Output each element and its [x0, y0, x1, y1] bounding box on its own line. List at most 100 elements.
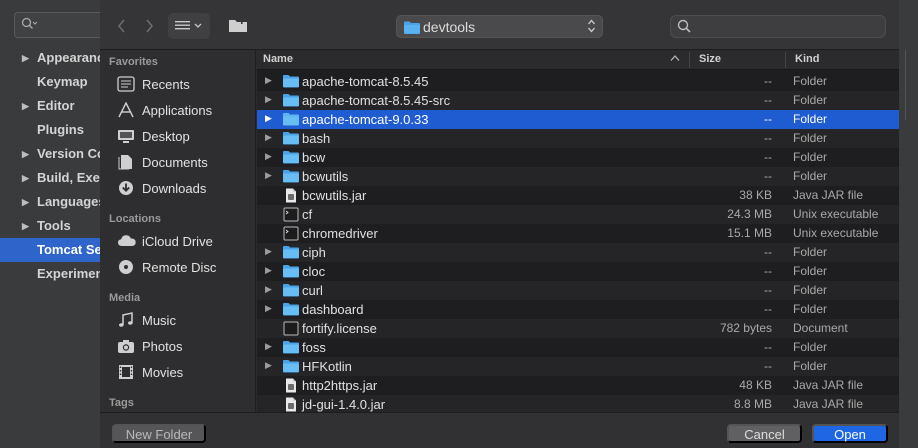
file-row[interactable]: ▶ curl -- Folder [257, 281, 899, 300]
chevron-left-icon [116, 19, 128, 38]
file-kind: Folder [793, 359, 828, 373]
disclosure-triangle-icon[interactable]: ▶ [265, 94, 272, 105]
file-size: -- [764, 112, 772, 126]
documents-icon [117, 154, 137, 172]
disclosure-triangle-icon[interactable]: ▶ [265, 75, 272, 86]
folder-icon [283, 264, 299, 279]
file-row[interactable]: ▶ bcw -- Folder [257, 148, 899, 167]
file-row[interactable]: ▶ HFKotlin -- Folder [257, 357, 899, 376]
sort-ascending-icon [670, 54, 680, 64]
file-row[interactable]: ▶ ciph -- Folder [257, 243, 899, 262]
file-kind: Java JAR file [793, 378, 864, 392]
sidebar-item-documents[interactable]: Documents [100, 151, 255, 175]
location-popup[interactable]: devtools [396, 15, 603, 38]
disclosure-triangle-icon[interactable]: ▶ [265, 341, 272, 352]
ide-tree-item-label: Version Control [37, 146, 100, 161]
file-size: -- [764, 264, 772, 278]
file-name: bash [302, 131, 331, 146]
disclosure-triangle-icon[interactable]: ▶ [265, 265, 272, 276]
jar-file-icon [283, 188, 299, 203]
file-row[interactable]: jd-gui-1.4.0.jar 8.8 MB Java JAR file [257, 395, 899, 412]
sidebar-item-movies[interactable]: Movies [100, 361, 255, 385]
file-row[interactable]: ▶ apache-tomcat-8.5.45-src -- Folder [257, 91, 899, 110]
ide-tree-item-label: Editor [37, 98, 75, 113]
file-row[interactable]: ▶ dashboard -- Folder [257, 300, 899, 319]
file-row[interactable]: ▶ cloc -- Folder [257, 262, 899, 281]
ide-tree-item[interactable]: Experimental [0, 262, 100, 286]
expand-arrow-icon: ▶ [22, 149, 29, 159]
ide-tree-item[interactable]: ▶ Build, Execution [0, 166, 100, 190]
folder-icon [283, 131, 299, 146]
disclosure-triangle-icon[interactable]: ▶ [265, 284, 272, 295]
sidebar-item-icloud-drive[interactable]: iCloud Drive [100, 230, 255, 254]
folder-icon [283, 169, 299, 184]
file-name: cloc [302, 264, 326, 279]
desktop-icon [117, 128, 137, 146]
sidebar-item-photos[interactable]: Photos [100, 335, 255, 359]
search-field[interactable] [670, 15, 886, 38]
new-folder-toolbar-button[interactable] [222, 13, 254, 39]
disclosure-triangle-icon[interactable]: ▶ [265, 113, 272, 124]
sidebar-item-label: Applications [142, 103, 213, 118]
forward-button[interactable] [137, 13, 161, 39]
file-row[interactable]: bcwutils.jar 38 KB Java JAR file [257, 186, 899, 205]
file-kind: Folder [793, 93, 828, 107]
sidebar-item-label: Documents [142, 155, 208, 170]
dialog-toolbar: devtools [100, 0, 899, 50]
file-row[interactable]: ▶ bcwutils -- Folder [257, 167, 899, 186]
ide-tree-item[interactable]: ▶ Languages [0, 190, 100, 214]
ide-tree-item[interactable]: ▶ Editor [0, 94, 100, 118]
sidebar-item-desktop[interactable]: Desktop [100, 125, 255, 149]
new-folder-button[interactable]: New Folder [112, 424, 206, 443]
disclosure-triangle-icon[interactable]: ▶ [265, 246, 272, 257]
search-input[interactable] [695, 18, 880, 36]
sidebar-item-music[interactable]: Music [100, 309, 255, 333]
file-row[interactable]: cf 24.3 MB Unix executable [257, 205, 899, 224]
ide-settings-tree: ▶ Appearance Keymap ▶ Editor Plugins ▶ Version … [0, 46, 100, 286]
column-header-kind[interactable]: Kind [795, 53, 819, 65]
view-options-button[interactable] [168, 13, 210, 39]
file-name: apache-tomcat-8.5.45 [302, 74, 429, 89]
file-row[interactable]: http2https.jar 48 KB Java JAR file [257, 376, 899, 395]
ide-tree-item-label: Keymap [37, 74, 88, 89]
file-row[interactable]: ▶ apache-tomcat-9.0.33 -- Folder [257, 110, 899, 129]
ide-tree-item[interactable]: ▶ Appearance [0, 46, 100, 70]
sidebar-item-recents[interactable]: Recents [100, 73, 255, 97]
recents-icon [117, 76, 137, 94]
ide-tree-item[interactable]: Keymap [0, 70, 100, 94]
file-name: http2https.jar [302, 378, 378, 393]
ide-tree-item[interactable]: ▶ Tools [0, 214, 100, 238]
column-header-size[interactable]: Size [699, 53, 721, 65]
ide-tree-item[interactable]: Tomcat Server [0, 238, 100, 262]
column-header-name[interactable]: Name [263, 53, 293, 65]
sidebar-item-label: Desktop [142, 129, 190, 144]
file-row[interactable]: ▶ apache-tomcat-8.5.45 -- Folder [257, 72, 899, 91]
sidebar-item-remote-disc[interactable]: Remote Disc [100, 256, 255, 280]
disclosure-triangle-icon[interactable]: ▶ [265, 132, 272, 143]
sidebar-section-heading: Media [109, 292, 141, 304]
file-size: 15.1 MB [727, 226, 772, 240]
disclosure-triangle-icon[interactable]: ▶ [265, 303, 272, 314]
file-row[interactable]: fortify.license 782 bytes Document [257, 319, 899, 338]
cancel-button[interactable]: Cancel [727, 424, 802, 443]
file-name: chromedriver [302, 226, 378, 241]
ide-tree-item[interactable]: ▶ Version Control [0, 142, 100, 166]
sidebar-section-heading: Tags [109, 397, 134, 409]
disclosure-triangle-icon[interactable]: ▶ [265, 360, 272, 371]
ide-settings-search[interactable] [14, 12, 100, 38]
file-row[interactable]: ▶ bash -- Folder [257, 129, 899, 148]
file-size: 48 KB [739, 378, 772, 392]
file-row[interactable]: ▶ foss -- Folder [257, 338, 899, 357]
ide-tree-item[interactable]: Plugins [0, 118, 100, 142]
sidebar-item-applications[interactable]: Applications [100, 99, 255, 123]
sidebar-item-downloads[interactable]: Downloads [100, 177, 255, 201]
file-row[interactable]: chromedriver 15.1 MB Unix executable [257, 224, 899, 243]
file-list[interactable]: Name Size Kind ▶ apache-tomcat-8.5.45 -- Fo… [257, 50, 899, 412]
back-button[interactable] [110, 13, 134, 39]
open-button[interactable]: Open [812, 424, 888, 443]
file-kind: Folder [793, 340, 828, 354]
disclosure-triangle-icon[interactable]: ▶ [265, 151, 272, 162]
folder-icon [283, 245, 299, 260]
list-view-icon [174, 21, 204, 35]
disclosure-triangle-icon[interactable]: ▶ [265, 170, 272, 181]
